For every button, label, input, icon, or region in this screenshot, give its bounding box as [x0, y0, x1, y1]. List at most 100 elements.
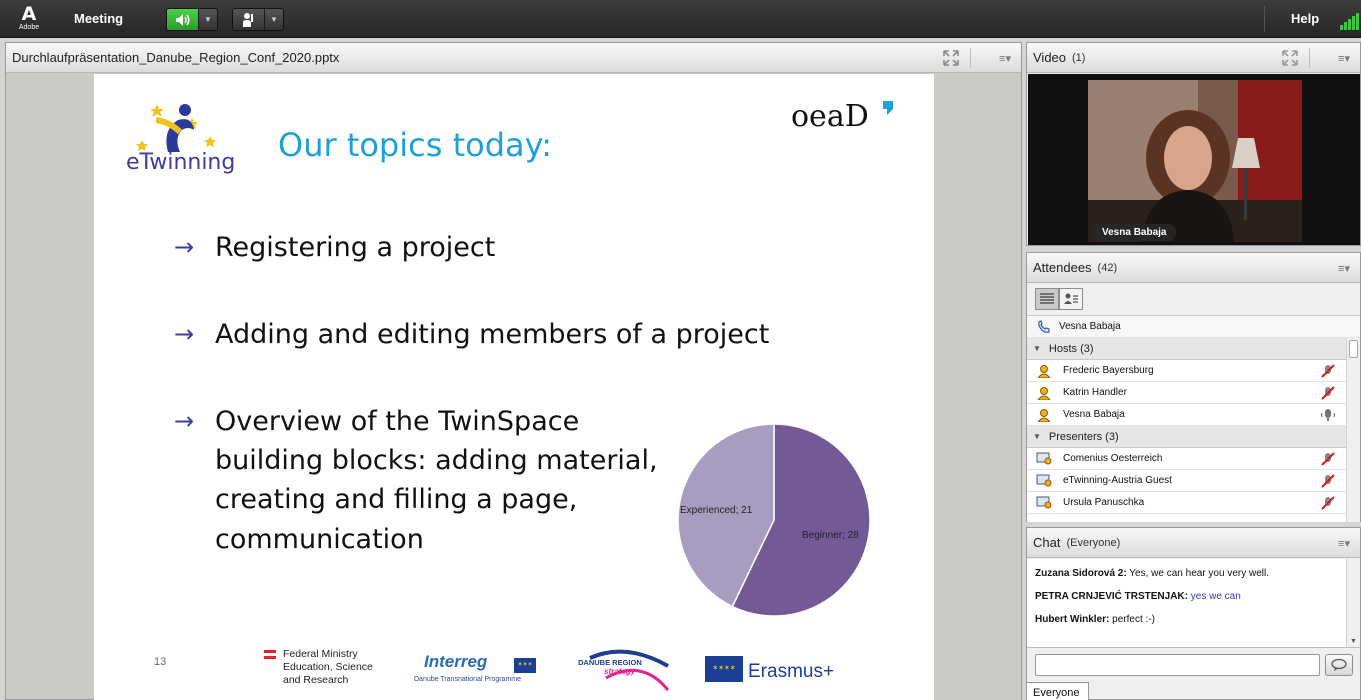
attendee-row[interactable]: eTwinning-Austria Guest — [1027, 470, 1346, 492]
raise-hand-icon[interactable] — [233, 9, 265, 30]
speaker-name: Vesna Babaja — [1059, 321, 1121, 332]
pod-options-menu-icon[interactable]: ≡▾ — [1338, 262, 1350, 275]
host-icon — [1035, 363, 1053, 379]
adobe-a-icon: A — [21, 3, 37, 25]
chat-sender: Zuzana Sidorová 2: — [1035, 568, 1127, 579]
fullscreen-icon[interactable] — [943, 50, 959, 66]
eu-flag-icon: ✶✶✶ — [514, 658, 536, 673]
attendee-scrollbar[interactable] — [1346, 338, 1360, 522]
divider — [1309, 48, 1310, 68]
video-feed[interactable]: Vesna Babaja — [1028, 74, 1360, 245]
danube-region-logo: DANUBE REGION strategy — [576, 648, 678, 692]
presenters-group-header[interactable]: ▼ Presenters (3) — [1027, 426, 1346, 448]
pod-options-menu-icon[interactable]: ≡▾ — [1338, 52, 1350, 65]
attendee-row[interactable]: Comenius Oesterreich — [1027, 448, 1346, 470]
etwinning-logo: eTwinning — [122, 100, 240, 180]
hosts-group-header[interactable]: ▼ Hosts (3) — [1027, 338, 1346, 360]
bullet-text-line: Overview of the TwinSpace — [215, 406, 580, 437]
danube-text: DANUBE REGION — [578, 658, 642, 667]
etwinning-logo-text: eTwinning — [126, 150, 236, 175]
bullet-text-line: creating and filling a page, — [215, 484, 578, 515]
attendee-name: Frederic Bayersburg — [1063, 365, 1154, 376]
scrollbar-thumb[interactable] — [1349, 340, 1358, 358]
host-icon — [1035, 385, 1053, 401]
bullet-text: Adding and editing members of a project — [215, 319, 770, 350]
attendee-row[interactable]: Vesna Babaja — [1027, 404, 1346, 426]
pod-options-menu-icon[interactable]: ≡▾ — [1338, 537, 1350, 550]
divider — [970, 48, 971, 68]
attendee-name: Katrin Handler — [1063, 387, 1127, 398]
list-view-toggle[interactable] — [1035, 288, 1059, 310]
group-label: Hosts (3) — [1048, 342, 1094, 355]
chat-sender: PETRA CRNJEVIĆ TRSTENJAK: — [1035, 591, 1188, 602]
attendee-list: ▼ Hosts (3) Frederic Bayersburg Katrin H… — [1027, 338, 1360, 522]
speaker-icon[interactable] — [167, 9, 199, 30]
divider — [1264, 6, 1265, 32]
mic-muted-icon[interactable] — [1320, 385, 1336, 401]
interreg-wordmark: Interreg — [424, 652, 488, 671]
erasmus-wordmark: Erasmus+ — [748, 661, 835, 682]
status-dropdown-arrow-icon[interactable]: ▼ — [265, 9, 283, 30]
chat-sender: Hubert Winkler: — [1035, 614, 1110, 625]
chat-text: Yes, we can hear you very well. — [1129, 568, 1269, 579]
help-menu[interactable]: Help — [1291, 11, 1319, 26]
host-icon — [1035, 407, 1053, 423]
ministry-text-line: and Research — [283, 674, 349, 686]
attendees-title: Attendees — [1033, 260, 1092, 275]
expand-triangle-icon[interactable]: ▼ — [1033, 344, 1041, 353]
austria-flag-icon — [264, 650, 276, 659]
ministry-text-line: Federal Ministry — [283, 648, 358, 660]
attendee-row[interactable]: Frederic Bayersburg — [1027, 360, 1346, 382]
attendees-pod-header: Attendees (42) ≡▾ — [1027, 253, 1360, 283]
mic-muted-icon[interactable] — [1320, 363, 1336, 379]
chat-message: PETRA CRNJEVIĆ TRSTENJAK: yes we can — [1035, 591, 1241, 602]
chat-title: Chat — [1033, 535, 1061, 550]
status-button[interactable]: ▼ — [232, 8, 284, 31]
bullet-text-line: communication — [215, 524, 424, 555]
expand-triangle-icon[interactable]: ▼ — [1033, 432, 1041, 441]
chat-input[interactable] — [1035, 654, 1320, 676]
adobe-logo-text: Adobe — [18, 24, 40, 31]
adobe-logo: A Adobe — [14, 4, 44, 34]
attendee-row[interactable]: Ursula Panuschka — [1027, 492, 1346, 514]
share-pod-header: Durchlaufpräsentation_Danube_Region_Conf… — [6, 43, 1021, 73]
attendee-name: Vesna Babaja — [1063, 409, 1125, 420]
arrow-right-icon: → — [174, 233, 195, 261]
send-message-button[interactable] — [1325, 654, 1353, 676]
chat-message: Hubert Winkler: perfect :-) — [1035, 614, 1155, 625]
pie-data-label: Experienced; 21 — [680, 505, 753, 516]
mic-muted-icon[interactable] — [1320, 473, 1336, 489]
attendee-view-toggle[interactable] — [1059, 288, 1083, 310]
video-participant-name: Vesna Babaja — [1092, 224, 1177, 241]
oead-logo: oeaD — [791, 96, 895, 134]
mic-muted-icon[interactable] — [1320, 495, 1336, 511]
mic-muted-icon[interactable] — [1320, 451, 1336, 467]
attendee-row[interactable]: Katrin Handler — [1027, 382, 1346, 404]
attendee-name: Comenius Oesterreich — [1063, 453, 1163, 464]
meeting-menu[interactable]: Meeting — [74, 11, 123, 26]
video-pod-count: (1) — [1072, 51, 1086, 64]
slide-number: 13 — [154, 656, 167, 668]
list-view-icon — [1040, 293, 1054, 304]
chat-pod: Chat (Everyone) ≡▾ Zuzana Sidorová 2: Ye… — [1026, 527, 1361, 700]
active-speaker-row[interactable]: Vesna Babaja — [1027, 316, 1360, 338]
attendees-count: (42) — [1097, 261, 1118, 274]
chat-scope: (Everyone) — [1066, 536, 1121, 549]
scroll-down-arrow-icon[interactable]: ▼ — [1350, 638, 1357, 645]
video-pod-header: Video (1) ≡▾ — [1027, 43, 1360, 73]
chat-text: perfect :-) — [1112, 614, 1155, 625]
fullscreen-icon[interactable] — [1282, 50, 1298, 66]
video-pod-title: Video — [1033, 50, 1067, 65]
pod-options-menu-icon[interactable]: ≡▾ — [999, 52, 1011, 65]
chat-scrollbar[interactable]: ▼ — [1346, 559, 1360, 647]
interreg-subtitle: Danube Transnational Programme — [414, 676, 522, 683]
bullet-text-line: building blocks: adding material, — [215, 445, 658, 476]
divider — [1027, 647, 1360, 648]
video-pod: Video (1) ≡▾ Vesna Babaja — [1026, 42, 1361, 246]
chat-tab-label: Everyone — [1033, 687, 1080, 699]
person-card-icon — [1064, 293, 1078, 304]
mic-active-icon[interactable] — [1320, 407, 1336, 423]
audio-dropdown-arrow-icon[interactable]: ▼ — [199, 9, 217, 30]
audio-button[interactable]: ▼ — [166, 8, 218, 31]
chat-tab-everyone[interactable]: Everyone — [1027, 682, 1089, 700]
